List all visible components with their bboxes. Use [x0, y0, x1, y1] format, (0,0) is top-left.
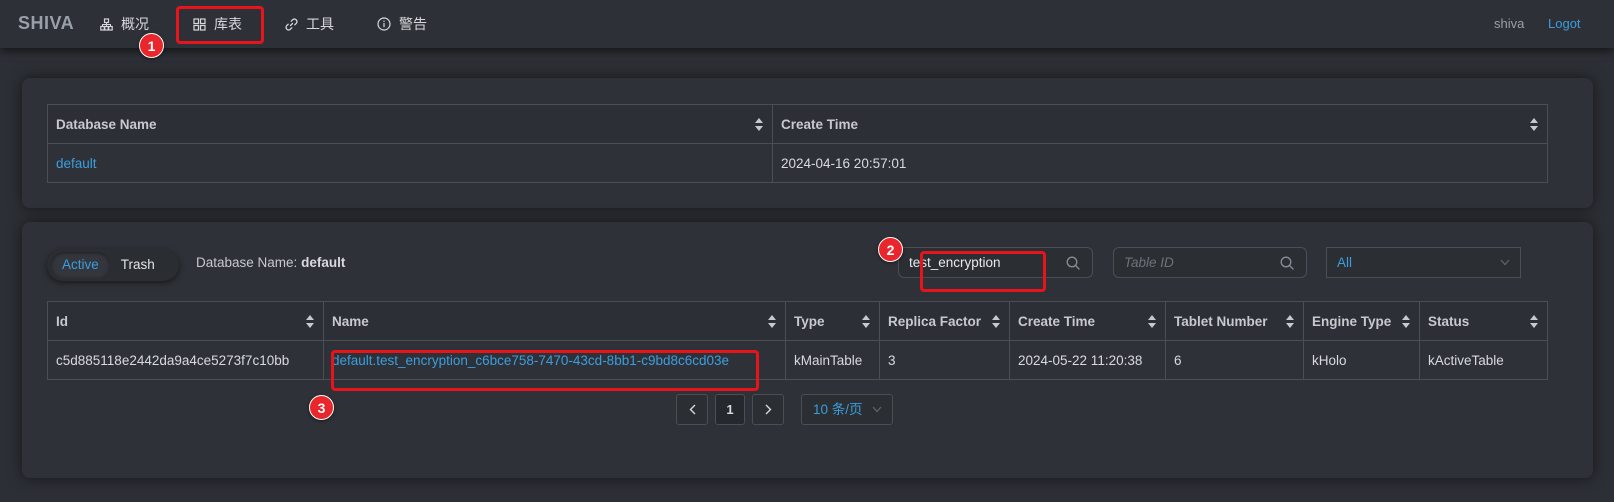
nav-label-overview: 概况 — [121, 16, 149, 32]
database-link-default[interactable]: default — [56, 156, 97, 171]
tables-card: Active Trash Database Name: default All … — [22, 222, 1593, 478]
sort-icon[interactable] — [1148, 315, 1156, 328]
column-header-database-name[interactable]: Database Name — [47, 104, 773, 144]
table-type-cell: kMainTable — [785, 340, 880, 380]
nav-label-tools: 工具 — [306, 16, 334, 32]
app-brand[interactable]: SHIVA — [18, 13, 74, 34]
table-id-search-input[interactable] — [1124, 255, 1264, 270]
pagination-prev-button[interactable] — [676, 394, 708, 425]
table-name-search — [898, 247, 1093, 278]
current-database-label: Database Name: default — [196, 255, 346, 270]
table-row: default 2024-04-16 20:57:01 — [47, 143, 1548, 183]
segment-active-button[interactable]: Active — [51, 252, 110, 278]
sort-icon[interactable] — [768, 315, 776, 328]
segment-trash-button[interactable]: Trash — [110, 252, 166, 278]
column-header-create-time[interactable]: Create Time — [772, 104, 1548, 144]
nav-item-tools[interactable]: 工具 — [285, 15, 334, 33]
chevron-down-icon — [872, 406, 882, 413]
chevron-left-icon — [689, 404, 695, 415]
nav-label-alerts: 警告 — [399, 16, 427, 32]
sort-icon[interactable] — [306, 315, 314, 328]
column-header-status[interactable]: Status — [1419, 301, 1548, 341]
sort-icon[interactable] — [755, 118, 763, 131]
table-replica-factor-cell: 3 — [879, 340, 1010, 380]
tables-table: Id Name Type Replica Factor Create Time … — [47, 301, 1548, 380]
column-header-create-time[interactable]: Create Time — [1009, 301, 1166, 341]
table-id-search — [1113, 247, 1307, 278]
grid-icon — [193, 17, 206, 31]
sort-icon[interactable] — [862, 315, 870, 328]
table-create-time-cell: 2024-05-22 11:20:38 — [1009, 340, 1166, 380]
chevron-right-icon — [765, 404, 771, 415]
logout-link[interactable]: Logot — [1548, 16, 1581, 31]
table-tablet-number-cell: 6 — [1165, 340, 1304, 380]
status-filter-select[interactable]: All — [1326, 247, 1521, 278]
sort-icon[interactable] — [1286, 315, 1294, 328]
databases-table: Database Name Create Time default 2024-0… — [47, 104, 1548, 183]
table-id-cell: c5d885118e2442da9a4ce5273f7c10bb — [47, 340, 324, 380]
pagination-next-button[interactable] — [752, 394, 784, 425]
column-header-engine-type[interactable]: Engine Type — [1303, 301, 1420, 341]
annotation-badge-2: 2 — [878, 237, 903, 262]
current-database-value: default — [301, 255, 346, 270]
databases-card: Database Name Create Time default 2024-0… — [22, 78, 1593, 208]
current-user: shiva — [1494, 16, 1525, 31]
info-icon — [377, 17, 391, 31]
nav-item-alerts[interactable]: 警告 — [377, 15, 427, 33]
database-create-time-cell: 2024-04-16 20:57:01 — [772, 143, 1548, 183]
column-header-type[interactable]: Type — [785, 301, 880, 341]
sort-icon[interactable] — [992, 315, 1000, 328]
pagination-page-1[interactable]: 1 — [715, 394, 745, 425]
column-header-name[interactable]: Name — [323, 301, 786, 341]
column-header-tablet-number[interactable]: Tablet Number — [1165, 301, 1304, 341]
search-icon[interactable] — [1280, 256, 1294, 270]
nav-item-tables[interactable]: 库表 — [193, 15, 242, 33]
column-header-id[interactable]: Id — [47, 301, 324, 341]
link-icon — [285, 17, 298, 31]
sitemap-icon — [100, 17, 113, 31]
nav-label-tables: 库表 — [214, 16, 242, 32]
table-name-search-input[interactable] — [909, 255, 1049, 270]
sort-icon[interactable] — [1530, 118, 1538, 131]
nav-item-overview[interactable]: 概况 — [100, 15, 149, 33]
table-row: c5d885118e2442da9a4ce5273f7c10bb default… — [47, 340, 1548, 380]
annotation-badge-1: 1 — [139, 33, 164, 58]
sort-icon[interactable] — [1402, 315, 1410, 328]
active-trash-segment: Active Trash — [47, 249, 179, 281]
table-name-cell: default.test_encryption_c6bce758-7470-43… — [323, 340, 786, 380]
table-engine-type-cell: kHolo — [1303, 340, 1420, 380]
database-name-cell: default — [47, 143, 773, 183]
chevron-down-icon — [1500, 259, 1510, 266]
top-navigation-bar: SHIVA 概况 库表 工具 警告 shiva Logot — [0, 0, 1614, 48]
page-size-select[interactable]: 10 条/页 — [801, 394, 893, 425]
column-header-replica-factor[interactable]: Replica Factor — [879, 301, 1010, 341]
table-status-cell: kActiveTable — [1419, 340, 1548, 380]
sort-icon[interactable] — [1530, 315, 1538, 328]
table-name-link[interactable]: default.test_encryption_c6bce758-7470-43… — [332, 353, 729, 368]
search-icon[interactable] — [1066, 256, 1080, 270]
annotation-badge-3: 3 — [309, 395, 334, 420]
